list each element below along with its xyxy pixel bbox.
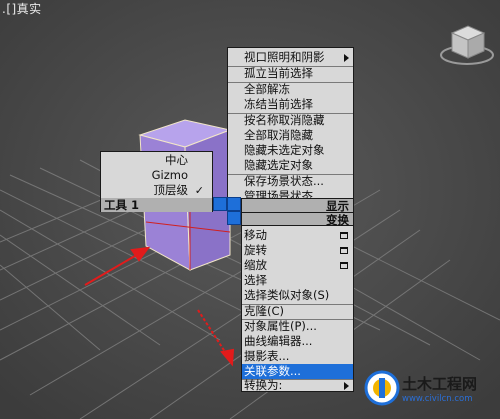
menu-item-label: 全部取消隐藏 [244, 128, 313, 142]
menu-item-label: Gizmo [151, 168, 188, 182]
menu-item-label: 转换为: [244, 378, 283, 392]
menu-item-convert-to[interactable]: 转换为: [242, 378, 353, 393]
menu-item-freeze-selection[interactable]: 冻结当前选择 [228, 97, 353, 112]
menu-item-wire-parameters[interactable]: 关联参数... [242, 364, 353, 379]
menu-item-label: 曲线编辑器... [244, 334, 313, 348]
menu-item-label: 隐藏未选定对象 [244, 143, 325, 157]
menu-item-curve-editor[interactable]: 曲线编辑器... [242, 334, 353, 349]
submenu-arrow-icon [344, 54, 349, 62]
menu-item-label: 全部解冻 [244, 82, 290, 96]
menu-item-hide-unselected[interactable]: 隐藏未选定对象 [228, 143, 353, 158]
menu-item-label: 保存场景状态... [244, 174, 324, 188]
watermark-title: 土木工程网 [402, 375, 478, 393]
menu-item-label: 中心 [165, 153, 188, 167]
menu-item-label: 选择类似对象(S) [244, 288, 330, 302]
menu-item-label: 缩放 [244, 258, 267, 272]
menu-item-select[interactable]: 选择 [242, 273, 353, 288]
settings-icon[interactable] [340, 262, 348, 269]
settings-icon[interactable] [340, 232, 348, 239]
menu-item-hide-selected[interactable]: 隐藏选定对象 [228, 158, 353, 173]
quad-center-square[interactable] [227, 197, 241, 211]
menu-item-move[interactable]: 移动 [242, 228, 353, 243]
quad-center-square[interactable] [227, 211, 241, 225]
quad-header-tools1: 工具 1 [101, 198, 212, 212]
menu-item-isolate[interactable]: 孤立当前选择 [228, 66, 353, 81]
menu-item-top-level[interactable]: 顶层级 ✓ [101, 183, 212, 198]
menu-item-label: 按名称取消隐藏 [244, 113, 325, 127]
menu-item-label: 对象属性(P)... [244, 319, 317, 333]
quad-header-transform: 变换 [241, 212, 354, 227]
menu-item-label: 顶层级 [153, 183, 189, 197]
menu-item-unhide-all[interactable]: 全部取消隐藏 [228, 128, 353, 143]
watermark-url: www.civilcn.com [402, 394, 473, 404]
menu-item-viewport-lighting[interactable]: 视口照明和阴影 [228, 50, 353, 65]
menu-item-label: 旋转 [244, 243, 267, 257]
quad-menu-transform: 移动 旋转 缩放 选择 选择类似对象(S) 克隆(C) 对象属性(P)... 曲… [241, 226, 354, 392]
viewport-label[interactable]: .[]真实 [2, 0, 42, 17]
menu-item-gizmo[interactable]: Gizmo [101, 168, 212, 183]
menu-item-scale[interactable]: 缩放 [242, 258, 353, 273]
menu-item-dope-sheet[interactable]: 摄影表... [242, 349, 353, 364]
quad-center-square[interactable] [213, 197, 227, 211]
menu-item-label: 移动 [244, 228, 267, 242]
menu-item-unfreeze-all[interactable]: 全部解冻 [228, 82, 353, 97]
menu-item-label: 选择 [244, 273, 267, 287]
quad-menu-display: 视口照明和阴影 孤立当前选择 全部解冻 冻结当前选择 按名称取消隐藏 全部取消隐… [227, 47, 354, 203]
watermark-logo-icon [364, 370, 400, 406]
menu-item-save-scene-state[interactable]: 保存场景状态... [228, 174, 353, 189]
menu-item-label: 隐藏选定对象 [244, 158, 313, 172]
menu-item-label: 关联参数... [244, 364, 301, 378]
quad-header-label: 显示 [326, 199, 349, 213]
menu-item-label: 视口照明和阴影 [244, 50, 325, 64]
menu-item-label: 孤立当前选择 [244, 66, 313, 80]
submenu-arrow-icon [344, 382, 349, 390]
checkmark-icon: ✓ [194, 184, 204, 197]
menu-item-center[interactable]: 中心 [101, 153, 212, 168]
quad-header-label: 工具 1 [104, 198, 140, 212]
menu-item-label: 摄影表... [244, 349, 290, 363]
menu-item-label: 克隆(C) [244, 304, 285, 318]
menu-item-select-similar[interactable]: 选择类似对象(S) [242, 288, 353, 303]
quad-header-label: 变换 [326, 213, 349, 227]
menu-item-rotate[interactable]: 旋转 [242, 243, 353, 258]
menu-item-object-properties[interactable]: 对象属性(P)... [242, 319, 353, 334]
menu-item-label: 冻结当前选择 [244, 97, 313, 111]
settings-icon[interactable] [340, 247, 348, 254]
menu-item-clone[interactable]: 克隆(C) [242, 304, 353, 319]
menu-item-unhide-by-name[interactable]: 按名称取消隐藏 [228, 113, 353, 128]
quad-menu-tools1: 中心 Gizmo 顶层级 ✓ 工具 1 [100, 151, 213, 212]
quad-header-display: 显示 [241, 198, 354, 213]
